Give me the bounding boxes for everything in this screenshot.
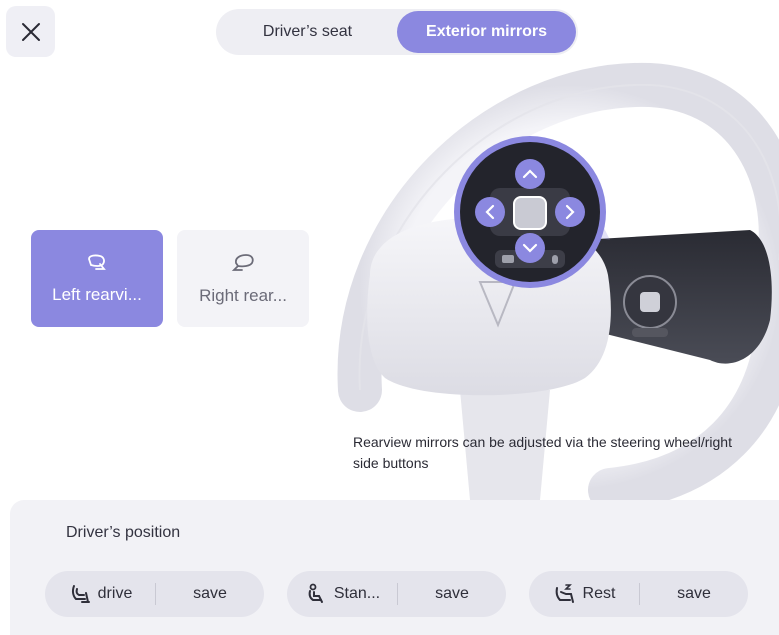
preset-rest-save-button[interactable]: save (640, 571, 748, 617)
mirror-right-icon (231, 253, 254, 271)
right-mirror-label: Right rear... (199, 285, 287, 305)
seat-standard-icon (308, 583, 323, 603)
seat-rest-icon (555, 584, 574, 603)
adjustment-hint: Rearview mirrors can be adjusted via the… (353, 434, 732, 471)
right-mirror-button[interactable]: Right rear... (177, 230, 309, 327)
driver-position-title: Driver’s position (66, 524, 181, 541)
close-button[interactable] (6, 6, 55, 57)
driver-position-panel: Driver’s position drive save Stan... sav… (10, 500, 779, 635)
preset-standard-button[interactable]: Stan... (287, 571, 397, 617)
preset-drive-button[interactable]: drive (45, 571, 155, 617)
preset-drive: drive save (45, 571, 264, 617)
preset-rest: Rest save (529, 571, 748, 617)
tab-drivers-seat[interactable]: Driver’s seat (218, 11, 397, 53)
preset-rest-label: Rest (582, 585, 616, 602)
preset-standard-label: Stan... (333, 585, 381, 602)
tab-exterior-mirrors[interactable]: Exterior mirrors (397, 11, 576, 53)
seat-drive-icon (71, 585, 90, 603)
left-mirror-label: Left rearvi... (52, 284, 142, 304)
preset-rest-button[interactable]: Rest (529, 571, 639, 617)
close-icon (21, 22, 40, 41)
preset-drive-save-button[interactable]: save (156, 571, 264, 617)
settings-tabs: Driver’s seat Exterior mirrors (216, 9, 578, 55)
left-mirror-button[interactable]: Left rearvi... (31, 230, 163, 327)
preset-standard: Stan... save (287, 571, 506, 617)
preset-drive-label: drive (97, 585, 133, 602)
mirror-left-icon (88, 254, 106, 270)
preset-standard-save-button[interactable]: save (398, 571, 506, 617)
